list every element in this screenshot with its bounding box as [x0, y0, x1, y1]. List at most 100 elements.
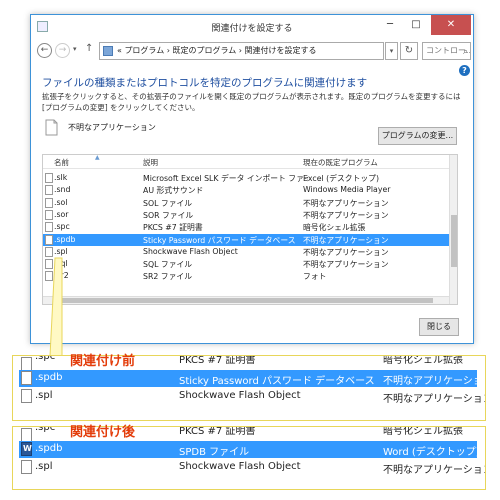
- zoom-description: PKCS #7 証明書: [179, 426, 256, 437]
- row-current-program: 不明なアプリケーション: [303, 210, 389, 220]
- file-type-icon: [21, 371, 32, 385]
- file-type-icon: [45, 173, 53, 183]
- help-icon[interactable]: ?: [459, 65, 470, 76]
- zoom-current-program: 不明なアプリケーション: [383, 376, 486, 387]
- horizontal-scrollbar[interactable]: [43, 296, 449, 304]
- back-button[interactable]: ←: [37, 43, 52, 58]
- row-extension: .spdb: [54, 234, 76, 244]
- row-description: Microsoft Excel SLK データ インポート ファイル: [143, 174, 308, 183]
- file-type-icon: [45, 209, 53, 220]
- list-row[interactable]: .sor SOR ファイル 不明なアプリケーション: [43, 209, 449, 221]
- row-current-program: Excel (デスクトップ): [303, 174, 379, 183]
- row-current-program: 不明なアプリケーション: [303, 235, 389, 245]
- list-row[interactable]: .sol SOL ファイル 不明なアプリケーション: [43, 197, 449, 209]
- list-row[interactable]: .snd AU 形式サウンド Windows Media Player: [43, 184, 449, 196]
- zoom-row: .spl Shockwave Flash Object 不明なアプリケーション: [19, 459, 485, 476]
- list-row[interactable]: .slk Microsoft Excel SLK データ インポート ファイル Ex…: [43, 172, 449, 184]
- page-heading: ファイルの種類またはプロトコルを特定のプログラムに関連付けます: [42, 77, 368, 89]
- change-program-button[interactable]: プログラムの変更...: [378, 127, 457, 145]
- page-description: 拡張子をクリックすると、その拡張子のファイルを開く既定のプログラムが表示されます…: [42, 92, 461, 112]
- zoom-current-program: 不明なアプリケーション: [383, 465, 486, 476]
- maximize-button[interactable]: □: [403, 15, 429, 35]
- row-current-program: 不明なアプリケーション: [303, 260, 389, 270]
- list-row[interactable]: .sr2 SR2 ファイル フォト: [43, 270, 449, 282]
- row-description: PKCS #7 証明書: [143, 223, 203, 233]
- address-bar[interactable]: « プログラム › 既定のプログラム › 関連付けを設定する: [99, 42, 384, 60]
- current-program-label: 不明なアプリケーション: [68, 123, 156, 132]
- row-description: SR2 ファイル: [143, 272, 192, 282]
- close-window-button[interactable]: ✕: [431, 15, 471, 35]
- list-row[interactable]: .spc PKCS #7 証明書 暗号化シェル拡張: [43, 221, 449, 233]
- row-extension: .slk: [54, 173, 68, 182]
- zoom-description: Shockwave Flash Object: [179, 390, 301, 401]
- zoom-current-program: 不明なアプリケーション: [383, 394, 486, 405]
- row-extension: .sr2: [54, 271, 69, 281]
- row-current-program: 暗号化シェル拡張: [303, 223, 366, 233]
- vertical-scrollbar[interactable]: [449, 155, 457, 304]
- association-list[interactable]: 名前 ▲ 説明 現在の既定プログラム .slk Microsoft Excel S…: [42, 154, 458, 305]
- set-associations-window: 関連付けを設定する ─ □ ✕ ← → ▾ ↑ « プログラム › 既定のプログ…: [30, 14, 474, 344]
- row-current-program: フォト: [303, 272, 327, 282]
- zoom-row: .spl Shockwave Flash Object 不明なアプリケーション: [19, 388, 485, 405]
- recent-locations-dropdown[interactable]: ▾: [73, 45, 77, 53]
- refresh-button[interactable]: ↻: [400, 42, 418, 60]
- zoom-description: PKCS #7 証明書: [179, 355, 256, 366]
- row-extension: .snd: [54, 185, 71, 195]
- row-extension: .spl: [54, 246, 68, 256]
- zoom-description: Shockwave Flash Object: [179, 461, 301, 472]
- zoom-current-program: Word (デスクトップ): [383, 447, 480, 458]
- row-description: Shockwave Flash Object: [143, 246, 238, 256]
- zoom-description: SPDB ファイル: [179, 447, 250, 458]
- list-row[interactable]: .sql SQL ファイル 不明なアプリケーション: [43, 258, 449, 270]
- forward-button[interactable]: →: [55, 43, 70, 58]
- minimize-button[interactable]: ─: [377, 15, 403, 35]
- title-bar: 関連付けを設定する ─ □ ✕: [31, 15, 473, 39]
- zoom-extension: .spc: [35, 355, 56, 362]
- zoom-extension: .spl: [35, 461, 53, 472]
- row-description: SQL ファイル: [143, 260, 193, 270]
- close-button[interactable]: 閉じる: [419, 318, 459, 336]
- row-description: SOR ファイル: [143, 210, 194, 220]
- file-type-icon: [45, 197, 53, 208]
- file-type-icon: [45, 185, 53, 196]
- list-row[interactable]: .spdb Sticky Password パスワード データベース 不明なアプリケ…: [43, 233, 449, 246]
- address-dropdown-button[interactable]: ▾: [385, 42, 398, 60]
- navigation-bar: ← → ▾ ↑ « プログラム › 既定のプログラム › 関連付けを設定する ▾…: [35, 41, 471, 61]
- zoom-row: .spdb SPDB ファイル Word (デスクトップ): [19, 441, 480, 458]
- search-icon: ⌕: [462, 47, 468, 57]
- file-type-icon: [45, 271, 53, 282]
- file-type-icon: [45, 222, 53, 233]
- zoom-current-program: 暗号化シェル拡張: [383, 426, 463, 437]
- word-document-icon: [21, 442, 32, 456]
- zoom-extension: .spc: [35, 426, 56, 433]
- row-extension: .sql: [54, 259, 68, 269]
- zoom-extension: .spdb: [35, 372, 63, 383]
- zoom-current-program: 暗号化シェル拡張: [383, 355, 463, 366]
- row-description: Sticky Password パスワード データベース: [143, 235, 296, 245]
- blank-document-icon: [45, 119, 58, 136]
- horizontal-scroll-thumb[interactable]: [53, 298, 433, 303]
- zoom-extension: .spdb: [35, 443, 63, 454]
- before-label: 関連付け前: [70, 354, 136, 369]
- search-input[interactable]: コントロー... ⌕: [422, 42, 471, 60]
- list-row[interactable]: .spl Shockwave Flash Object 不明なアプリケーション: [43, 246, 449, 258]
- row-extension: .sor: [54, 209, 69, 219]
- vertical-scroll-thumb[interactable]: [451, 215, 457, 267]
- row-description: AU 形式サウンド: [143, 186, 204, 196]
- file-type-icon: [21, 389, 32, 403]
- file-type-icon: [21, 428, 32, 442]
- row-description: SOL ファイル: [143, 198, 193, 208]
- file-type-icon: [45, 259, 53, 270]
- zoom-extension: .spl: [35, 390, 53, 401]
- file-type-icon: [21, 460, 32, 474]
- row-current-program: Windows Media Player: [303, 185, 391, 195]
- zoom-description: Sticky Password パスワード データベース: [179, 376, 375, 387]
- row-extension: .spc: [54, 222, 70, 232]
- row-current-program: 不明なアプリケーション: [303, 198, 389, 208]
- list-row-partial: [43, 155, 449, 163]
- breadcrumb: « プログラム › 既定のプログラム › 関連付けを設定する: [117, 46, 317, 55]
- up-button[interactable]: ↑: [85, 43, 93, 54]
- control-panel-icon: [103, 46, 113, 56]
- file-type-icon: [21, 357, 32, 371]
- row-extension: .sol: [54, 197, 68, 207]
